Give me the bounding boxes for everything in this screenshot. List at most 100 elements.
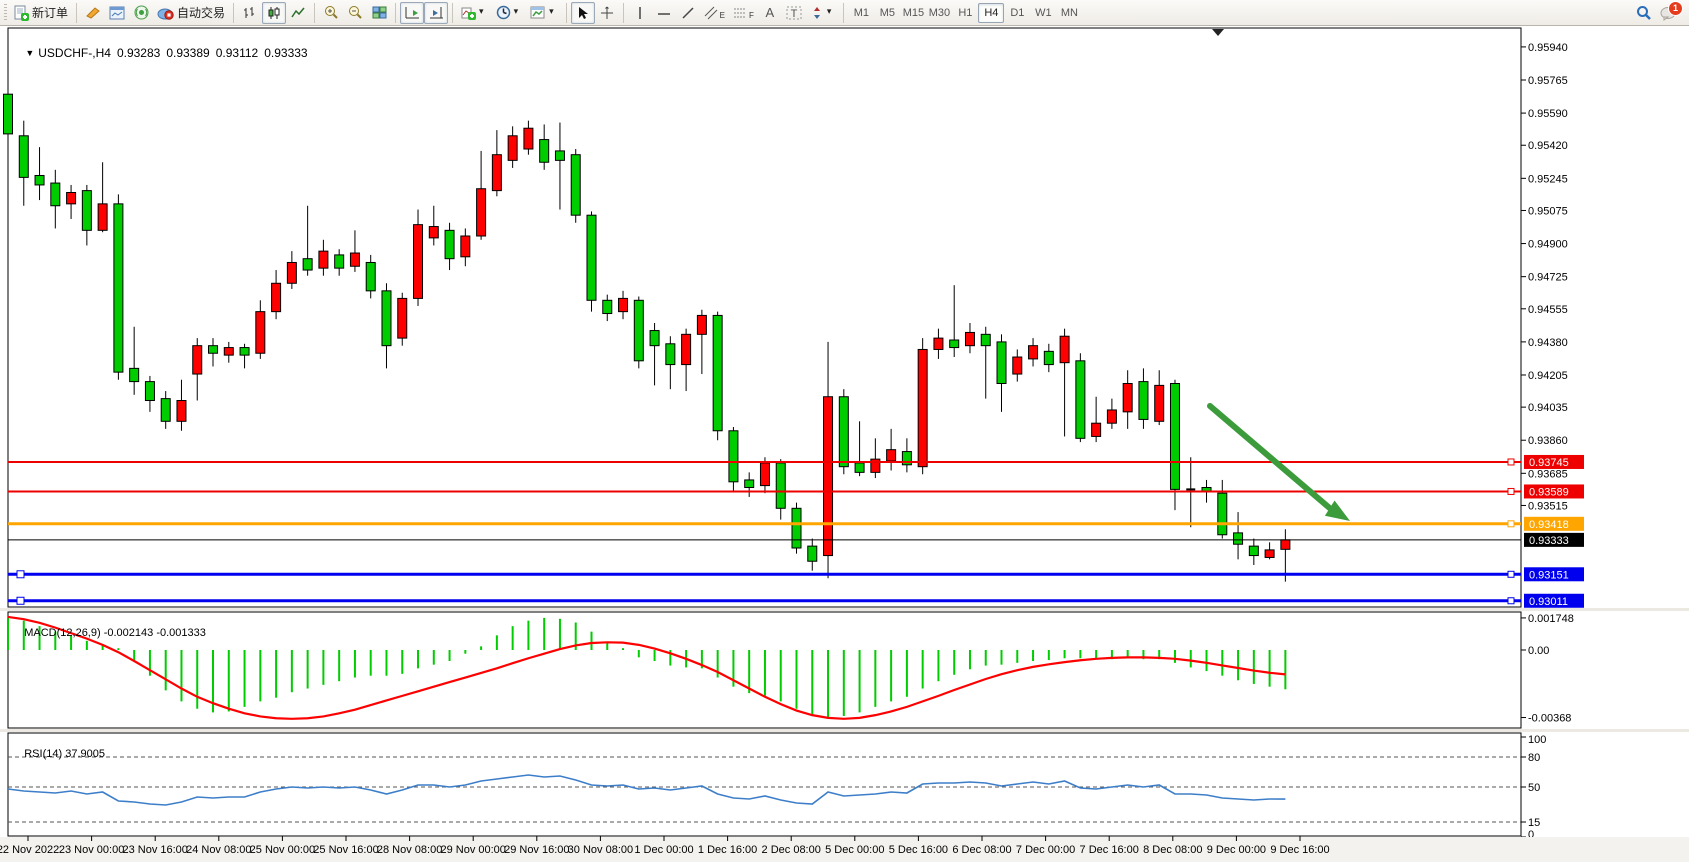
line-chart-icon bbox=[291, 6, 306, 20]
toolbar-separator bbox=[843, 3, 844, 23]
panel-splitter-macd[interactable] bbox=[0, 608, 1689, 611]
price-chart-canvas[interactable]: 0.959400.957650.955900.954200.952450.950… bbox=[0, 26, 1689, 862]
timeframe-button-m15[interactable]: M15 bbox=[900, 3, 926, 23]
timeframe-button-d1[interactable]: D1 bbox=[1004, 3, 1030, 23]
time-axis-label: 28 Nov 08:00 bbox=[377, 844, 442, 856]
timeframe-button-h4[interactable]: H4 bbox=[978, 3, 1004, 23]
zoom-in-icon bbox=[324, 5, 339, 20]
notification-count-badge: 1 bbox=[1668, 1, 1683, 16]
candle-bear bbox=[792, 508, 801, 548]
candle-bull bbox=[934, 338, 943, 349]
price-line-badge-label: 0.93333 bbox=[1529, 535, 1569, 547]
chart-shift-icon bbox=[429, 6, 444, 19]
indicators-dropdown-arrow[interactable]: ▾ bbox=[479, 6, 484, 17]
time-axis-label: 25 Nov 16:00 bbox=[313, 844, 378, 856]
template-icon bbox=[530, 6, 546, 20]
chart-window-button[interactable] bbox=[105, 2, 129, 24]
rsi-axis-label: 50 bbox=[1528, 782, 1540, 794]
timeframe-button-h1[interactable]: H1 bbox=[952, 3, 978, 23]
timeframe-button-w1[interactable]: W1 bbox=[1030, 3, 1056, 23]
line-handle-right[interactable] bbox=[1508, 571, 1514, 577]
candle-bear bbox=[981, 334, 990, 345]
price-axis-label: 0.95420 bbox=[1528, 140, 1568, 152]
candle-bear bbox=[1234, 533, 1243, 544]
candle-bear bbox=[650, 331, 659, 346]
candle-bull bbox=[1029, 346, 1038, 359]
broadcast-button[interactable] bbox=[129, 2, 153, 24]
timeframe-toolbar: M1M5M15M30H1H4D1W1MN bbox=[848, 3, 1082, 23]
toolbar-grip[interactable] bbox=[4, 4, 7, 22]
toolbar-separator bbox=[314, 3, 315, 23]
fibonacci-tool-button[interactable]: F bbox=[729, 2, 758, 24]
candle-bull bbox=[682, 334, 691, 364]
macd-axis-label: -0.00368 bbox=[1528, 713, 1571, 725]
price-axis-label: 0.95765 bbox=[1528, 75, 1568, 87]
time-axis-label: 6 Dec 08:00 bbox=[952, 844, 1011, 856]
candle-bear bbox=[51, 183, 60, 206]
panel-splitter-rsi[interactable] bbox=[0, 729, 1689, 732]
time-axis-label: 23 Nov 16:00 bbox=[122, 844, 187, 856]
indicators-button[interactable]: ▾ bbox=[457, 2, 492, 24]
macd-axis-label: 0.00 bbox=[1528, 645, 1549, 657]
text-label-tool-button[interactable]: T bbox=[782, 2, 806, 24]
periods-button[interactable]: ▾ bbox=[492, 2, 527, 24]
candle-bear bbox=[303, 259, 312, 270]
rsi-panel[interactable] bbox=[8, 733, 1521, 836]
notifications-button[interactable]: 1 bbox=[1656, 2, 1681, 24]
chart-shift-button[interactable] bbox=[424, 2, 448, 24]
search-button[interactable] bbox=[1632, 2, 1656, 24]
candlestick-mode-button[interactable] bbox=[262, 2, 286, 24]
horizontal-line-tool-button[interactable] bbox=[652, 2, 676, 24]
periods-dropdown-arrow[interactable]: ▾ bbox=[514, 6, 519, 17]
zoom-in-button[interactable] bbox=[319, 2, 343, 24]
trendline-tool-button[interactable] bbox=[676, 2, 700, 24]
new-order-button[interactable]: 新订单 bbox=[9, 2, 72, 24]
channel-icon bbox=[704, 6, 720, 20]
rsi-axis-label: 15 bbox=[1528, 817, 1540, 829]
tile-windows-button[interactable] bbox=[367, 2, 391, 24]
vertical-line-tool-button[interactable] bbox=[628, 2, 652, 24]
candle-bull bbox=[193, 346, 202, 374]
candle-bull bbox=[350, 253, 359, 266]
candle-bear bbox=[35, 175, 44, 184]
line-handle-left[interactable] bbox=[17, 597, 24, 604]
auto-scroll-button[interactable] bbox=[400, 2, 424, 24]
equidistant-channel-tool-button[interactable]: E bbox=[700, 2, 729, 24]
candle-bear bbox=[603, 300, 612, 313]
zoom-out-button[interactable] bbox=[343, 2, 367, 24]
bar-chart-mode-button[interactable] bbox=[238, 2, 262, 24]
line-handle-right[interactable] bbox=[1508, 459, 1514, 465]
candle-bull bbox=[67, 193, 76, 204]
line-handle-left[interactable] bbox=[17, 571, 24, 578]
templates-button[interactable]: ▾ bbox=[526, 2, 562, 24]
crosshair-tool-button[interactable] bbox=[595, 2, 619, 24]
time-axis-label: 8 Dec 08:00 bbox=[1143, 844, 1202, 856]
candle-bull bbox=[887, 450, 896, 461]
candle-bear bbox=[950, 340, 959, 348]
timeframe-button-m30[interactable]: M30 bbox=[926, 3, 952, 23]
line-handle-right[interactable] bbox=[1508, 488, 1514, 494]
text-tool-button[interactable]: A bbox=[758, 2, 782, 24]
arrows-tool-button[interactable]: ▾ bbox=[806, 2, 840, 24]
main-chart-panel[interactable] bbox=[8, 28, 1521, 607]
candle-bull bbox=[224, 348, 233, 356]
templates-dropdown-arrow[interactable]: ▾ bbox=[549, 6, 554, 17]
crayon-icon bbox=[85, 7, 101, 19]
chart-window[interactable]: 0.959400.957650.955900.954200.952450.950… bbox=[0, 26, 1689, 862]
timeframe-button-mn[interactable]: MN bbox=[1056, 3, 1082, 23]
candle-bear bbox=[19, 136, 28, 178]
arrows-icon bbox=[810, 6, 824, 20]
line-chart-mode-button[interactable] bbox=[286, 2, 310, 24]
line-handle-right[interactable] bbox=[1508, 598, 1514, 604]
auto-trading-button[interactable]: 自动交易 bbox=[153, 2, 229, 24]
line-handle-right[interactable] bbox=[1508, 521, 1514, 527]
price-axis-label: 0.94725 bbox=[1528, 272, 1568, 284]
arrows-dropdown-arrow[interactable]: ▾ bbox=[827, 6, 832, 17]
timeframe-button-m5[interactable]: M5 bbox=[874, 3, 900, 23]
candle-bear bbox=[855, 463, 864, 472]
crayon-button[interactable] bbox=[81, 2, 105, 24]
price-axis-label: 0.94555 bbox=[1528, 304, 1568, 316]
timeframe-button-m1[interactable]: M1 bbox=[848, 3, 874, 23]
time-axis-label: 29 Nov 00:00 bbox=[440, 844, 505, 856]
cursor-tool-button[interactable] bbox=[571, 2, 595, 24]
